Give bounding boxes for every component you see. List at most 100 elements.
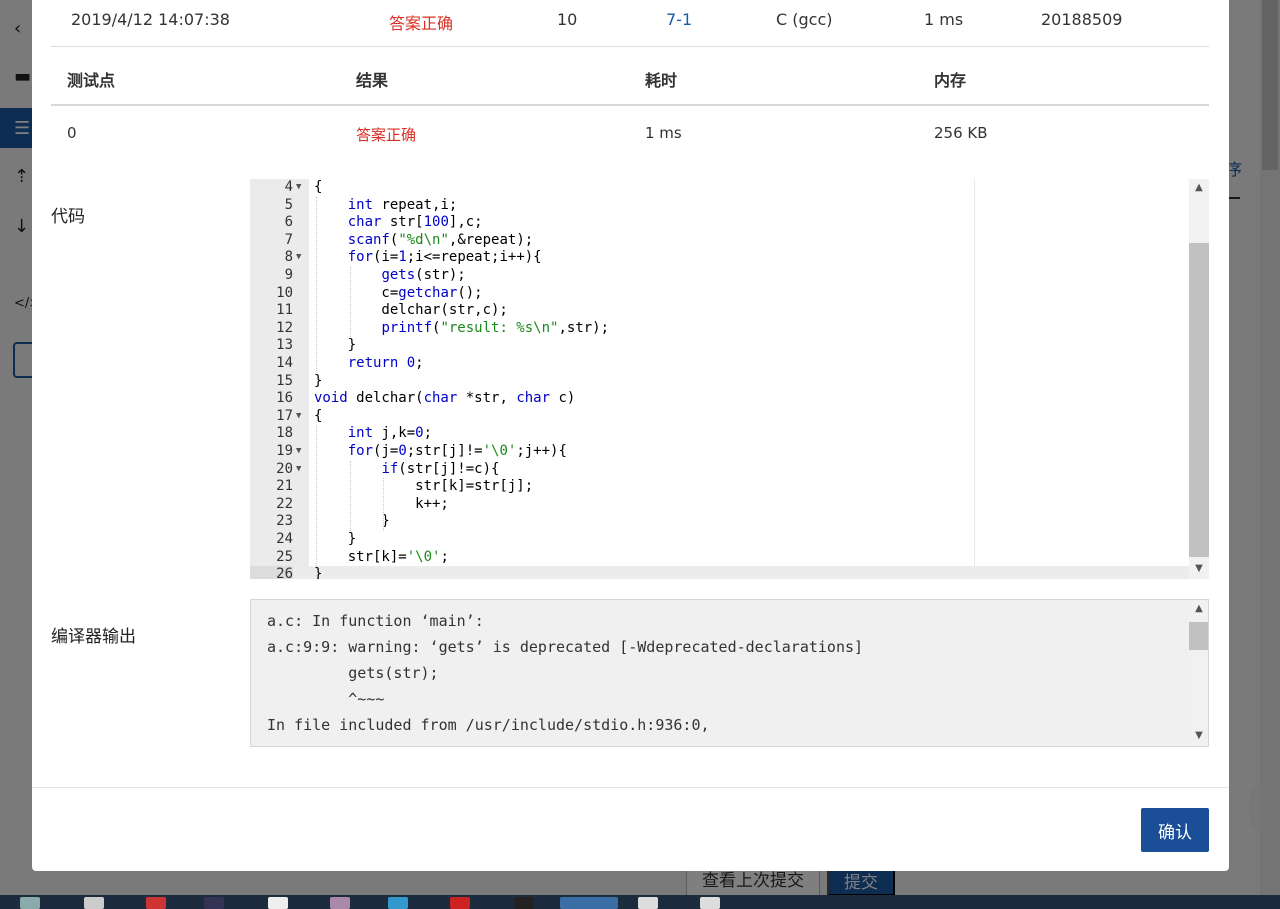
header-result: 结果 [356, 71, 389, 90]
line-number: 23 [276, 513, 293, 530]
code-line[interactable]: 8 ▼ for(i=1;i<=repeat;i++){ [250, 249, 1190, 267]
header-testpoint: 测试点 [67, 71, 116, 90]
indent-guide [316, 196, 317, 373]
fold-arrow-icon[interactable]: ▼ [296, 461, 301, 479]
fold-arrow-icon[interactable]: ▼ [296, 443, 301, 461]
indent-guide [349, 460, 351, 531]
scroll-up-icon[interactable]: ▲ [1189, 603, 1208, 614]
testpoint-id: 0 [67, 124, 77, 142]
taskbar-search-icon[interactable] [20, 897, 40, 909]
line-source: int j,k=0; [347, 425, 433, 442]
line-source: void delchar(char *str, char c) [314, 390, 576, 407]
line-number: 20 [276, 460, 293, 477]
fold-arrow-icon[interactable]: ▼ [296, 179, 301, 197]
output-line: a.c:9:9: warning: ‘gets’ is deprecated [… [267, 638, 864, 656]
code-line[interactable]: 23 } [250, 513, 1190, 531]
testpoint-memory: 256 KB [934, 124, 988, 142]
code-line[interactable]: 10 c=getchar(); [250, 285, 1190, 303]
line-number: 8 [284, 249, 293, 266]
scroll-down-icon[interactable]: ▼ [1189, 563, 1209, 574]
fold-arrow-icon[interactable]: ▼ [296, 249, 301, 267]
line-source: printf("result: %s\n",str); [381, 319, 610, 336]
line-number: 6 [284, 214, 293, 231]
taskbar-app-icon[interactable] [638, 897, 658, 909]
line-number: 9 [284, 267, 293, 283]
line-source: str[k]='\0'; [314, 548, 449, 565]
submission-time: 2019/4/12 14:07:38 [71, 10, 230, 29]
output-line: gets(str); [267, 664, 439, 682]
code-line[interactable]: 9 gets(str); [250, 267, 1190, 285]
line-source: return 0; [347, 355, 424, 371]
code-line[interactable]: 12 printf("result: %s\n",str); [250, 320, 1190, 338]
line-number: 4 [284, 179, 293, 195]
taskbar-app-icon[interactable] [268, 897, 288, 909]
taskbar-app-icon[interactable] [84, 897, 104, 909]
code-line[interactable]: 11 delchar(str,c); [250, 302, 1190, 320]
taskbar-app-icon[interactable] [514, 897, 534, 909]
testpoint-table-header: 测试点 结果 耗时 内存 [51, 48, 1209, 106]
submission-detail-modal: 2019/4/12 14:07:38 答案正确 10 7-1 C (gcc) 1… [32, 0, 1229, 871]
code-line[interactable]: 17 ▼ { [250, 408, 1190, 426]
line-source: char str[100],c; [347, 214, 483, 231]
code-line[interactable]: 20 ▼ if(str[j]!=c){ [250, 461, 1190, 479]
line-number: 13 [276, 337, 293, 354]
code-line[interactable]: 24 } [250, 531, 1190, 549]
header-time: 耗时 [645, 71, 678, 90]
taskbar-app-icon[interactable] [330, 897, 350, 909]
code-line[interactable]: 7 scanf("%d\n",&repeat); [250, 232, 1190, 250]
code-line[interactable]: 5 int repeat,i; [250, 197, 1190, 215]
taskbar-app-icon[interactable] [146, 897, 166, 909]
code-label: 代码 [51, 207, 85, 227]
code-line[interactable]: 19 ▼ for(j=0;str[j]!='\0';j++){ [250, 443, 1190, 461]
indent-guide [349, 267, 351, 338]
code-line[interactable]: 18 int j,k=0; [250, 425, 1190, 443]
output-line: ^~~~ [267, 690, 385, 708]
submission-compiler: C (gcc) [776, 10, 833, 29]
scroll-up-icon[interactable]: ▲ [1189, 182, 1209, 193]
code-line[interactable]: 16 void delchar(char *str, char c) [250, 390, 1190, 408]
line-source: } [314, 566, 323, 579]
line-number: 25 [276, 548, 293, 565]
code-line[interactable]: 22 k++; [250, 496, 1190, 514]
taskbar-app-active[interactable] [560, 897, 618, 909]
output-line: In file included from /usr/include/stdio… [267, 716, 710, 734]
line-source: str[k]=str[j]; [314, 478, 534, 495]
code-scrollbar-thumb[interactable] [1189, 243, 1209, 557]
indent-guide [316, 425, 317, 567]
code-line[interactable]: 15} [250, 373, 1190, 391]
modal-footer-divider [32, 787, 1229, 788]
line-number: 22 [276, 495, 293, 512]
line-number: 14 [276, 355, 293, 371]
taskbar-app-icon[interactable] [204, 897, 224, 909]
line-number: 15 [276, 372, 293, 389]
fold-arrow-icon[interactable]: ▼ [296, 408, 301, 426]
code-line[interactable]: 6 char str[100],c; [250, 214, 1190, 232]
scroll-down-icon[interactable]: ▼ [1189, 730, 1208, 741]
taskbar-app-icon[interactable] [450, 897, 470, 909]
output-scrollbar-thumb[interactable] [1189, 622, 1208, 650]
code-line[interactable]: 25 str[k]='\0'; [250, 549, 1190, 567]
code-line[interactable]: 26} [250, 566, 1190, 579]
confirm-button[interactable]: 确认 [1141, 808, 1209, 852]
line-source: c=getchar(); [314, 284, 483, 301]
line-source: } [314, 337, 357, 354]
problem-link[interactable]: 7-1 [666, 10, 692, 29]
taskbar [0, 895, 1280, 909]
submission-score: 10 [557, 10, 578, 29]
code-line[interactable]: 14 return 0; [250, 355, 1190, 373]
code-line[interactable]: 4 ▼ { [250, 179, 1190, 197]
line-number: 5 [284, 196, 293, 213]
line-source: for(i=1;i<=repeat;i++){ [347, 249, 542, 266]
code-line[interactable]: 13 } [250, 337, 1190, 355]
line-number: 11 [276, 302, 293, 319]
code-line[interactable]: 21 str[k]=str[j]; [250, 478, 1190, 496]
taskbar-app-icon[interactable] [388, 897, 408, 909]
line-source: if(str[j]!=c){ [381, 460, 500, 477]
taskbar-app-icon[interactable] [700, 897, 720, 909]
code-editor[interactable]: 4 ▼{5 int repeat,i; 6 char str[100],c; 7 sc… [250, 179, 1209, 579]
table-row: 0 答案正确 1 ms 256 KB [51, 106, 1209, 160]
line-source: scanf("%d\n",&repeat); [347, 231, 534, 248]
compiler-output[interactable]: a.c: In function ‘main’: a.c:9:9: warnin… [250, 599, 1209, 747]
submission-duration: 1 ms [924, 10, 964, 29]
line-source: { [314, 407, 323, 424]
